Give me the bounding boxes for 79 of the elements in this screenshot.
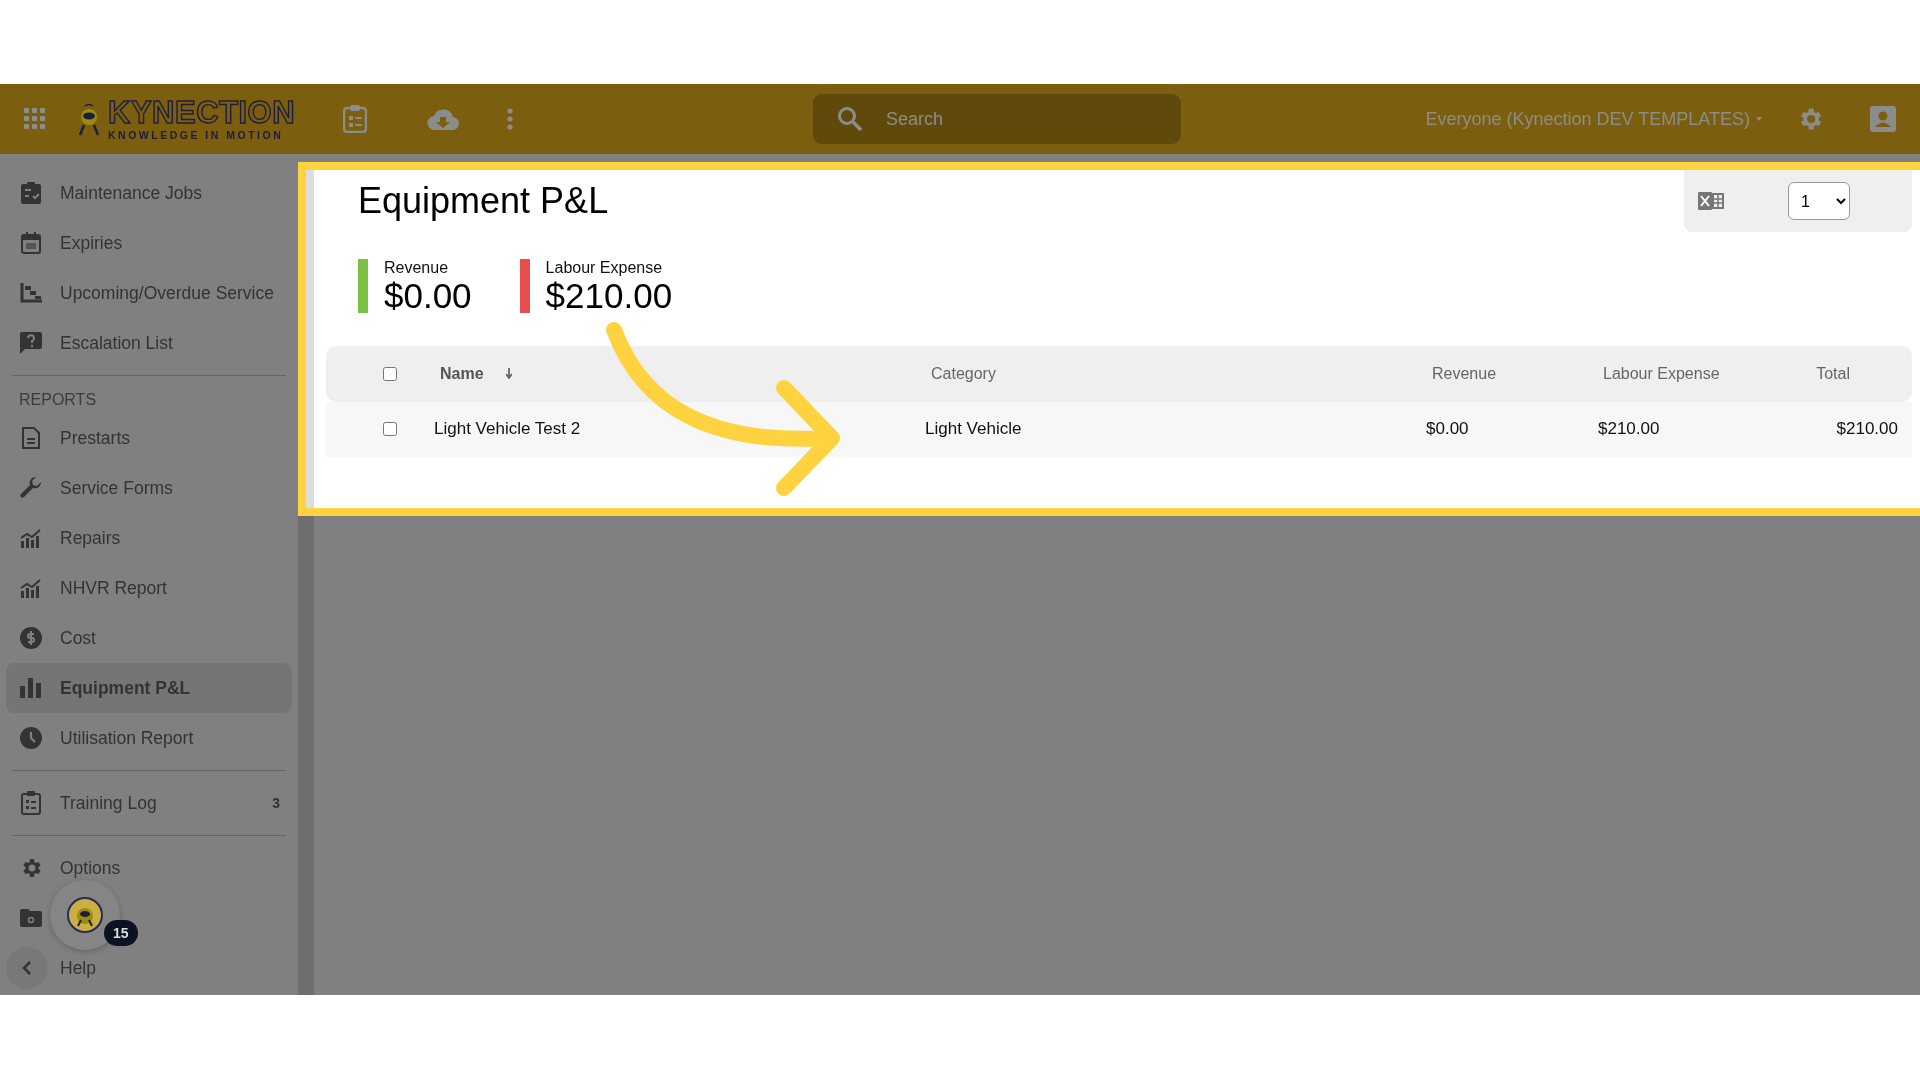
sort-icon[interactable]	[505, 368, 512, 379]
dollar-icon	[20, 627, 42, 649]
apps-grid-icon[interactable]	[24, 108, 46, 130]
kpi-value: $210.00	[545, 277, 673, 316]
gantt-icon	[20, 283, 42, 303]
robot-icon	[67, 897, 103, 933]
item-label: Options	[60, 857, 121, 879]
chart-icon	[20, 578, 42, 598]
sidebar-item[interactable]: Maintenance Jobs	[6, 168, 292, 218]
sidebar-item[interactable]: NHVR Report	[6, 563, 292, 613]
sidebar-item[interactable]: Escalation List	[6, 318, 292, 368]
table-cell-text: $210.00	[1835, 419, 1899, 439]
item-label: Expiries	[60, 232, 123, 254]
sidebar-item[interactable]: Upcoming/Overdue Service	[6, 268, 292, 318]
bar-chart-icon	[20, 678, 42, 698]
excel-export-icon[interactable]	[1698, 190, 1724, 212]
sidebar-item[interactable]: Equipment P&L	[6, 663, 292, 713]
search-icon	[837, 106, 864, 132]
table-cell-text: $0.00	[1426, 419, 1470, 439]
page-title: Equipment P&L	[358, 180, 609, 223]
kpi-label: Revenue	[384, 259, 450, 277]
column-header[interactable]: Total	[1788, 364, 1912, 383]
item-count: 3	[272, 795, 280, 811]
account-icon[interactable]	[1870, 106, 1896, 132]
scrollbar[interactable]	[298, 516, 314, 995]
clipboard-check-icon	[21, 182, 41, 204]
item-label: Escalation List	[60, 332, 173, 354]
table-cell-text: $210.00	[1598, 419, 1661, 439]
table-row[interactable]: Light Vehicle Test 2 Light Vehicle $0.00 $210.00 $210.00	[326, 401, 1912, 457]
kpi-value: $0.00	[384, 277, 472, 316]
section-heading: REPORTS	[18, 390, 98, 410]
table-cell-text: Light Vehicle Test 2	[433, 419, 582, 439]
table-cell-text: Light Vehicle	[924, 419, 1023, 439]
collapse-icon[interactable]	[22, 960, 32, 976]
item-label: NHVR Report	[60, 577, 167, 599]
question-bubble-icon	[20, 332, 42, 354]
page-size-select[interactable]: 1	[1788, 182, 1850, 220]
sidebar-item[interactable]: Utilisation Report	[6, 713, 292, 763]
calendar-icon	[21, 232, 41, 254]
sidebar-item[interactable]: Training Log 3	[6, 778, 292, 828]
item-label: Maintenance Jobs	[60, 182, 203, 204]
item-label: Help	[60, 957, 96, 979]
item-label: Cost	[60, 627, 96, 649]
clipboard-icon[interactable]	[343, 105, 368, 133]
logo-tagline: KNOWLEDGE IN MOTION	[108, 130, 285, 141]
logo-title: KYNECTION	[108, 97, 296, 129]
wrench-icon	[20, 477, 42, 499]
sidebar-item[interactable]: Cost	[6, 613, 292, 663]
sidebar-item[interactable]: Help	[6, 943, 292, 993]
row-checkbox[interactable]	[383, 422, 397, 436]
sidebar-item[interactable]: Repairs	[6, 513, 292, 563]
sidebar-item[interactable]: Expiries	[6, 218, 292, 268]
cloud-download-icon[interactable]	[427, 108, 460, 130]
column-header[interactable]: Revenue	[1426, 364, 1598, 383]
document-icon	[22, 427, 40, 449]
chart-icon	[20, 528, 42, 548]
column-header[interactable]: Category	[897, 364, 1426, 383]
sidebar-item[interactable]: Options	[6, 843, 292, 893]
column-header[interactable]: Labour Expense	[1598, 364, 1788, 383]
item-label: Prestarts	[60, 427, 131, 449]
item-label: Repairs	[60, 527, 121, 549]
sidebar-item[interactable]: Prestarts	[6, 413, 292, 463]
search-field[interactable]: Search	[813, 94, 1182, 144]
select-all-checkbox[interactable]	[383, 366, 397, 381]
column-header[interactable]: Name	[440, 364, 484, 383]
item-label: Equipment P&L	[60, 677, 191, 699]
workspace-dropdown[interactable]: Everyone (Kynection DEV TEMPLATES)	[1425, 108, 1762, 130]
more-options-icon[interactable]	[507, 108, 514, 130]
folder-icon[interactable]	[20, 909, 42, 927]
kpi-label: Labour Expense	[545, 259, 664, 277]
clock-icon	[20, 727, 42, 749]
caret-icon	[1756, 117, 1762, 121]
item-label: Upcoming/Overdue Service	[60, 282, 274, 304]
notification-badge: 15	[104, 920, 138, 946]
item-label: Training Log	[60, 792, 157, 814]
sidebar-item[interactable]: Service Forms	[6, 463, 292, 513]
clipboard-icon	[21, 791, 41, 815]
item-label: Utilisation Report	[60, 727, 194, 749]
item-label: Service Forms	[60, 477, 173, 499]
